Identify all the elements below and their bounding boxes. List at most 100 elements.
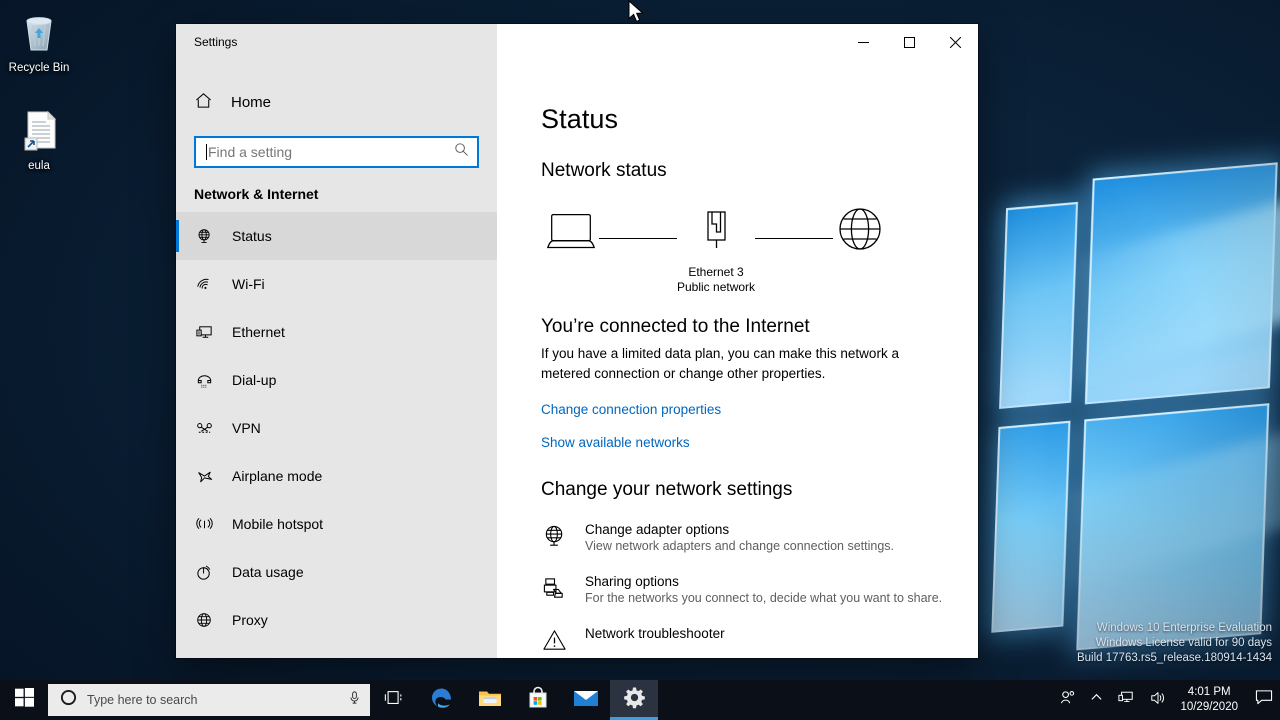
system-tray: 4:01 PM 10/29/2020 [1052, 680, 1280, 720]
clock-time: 4:01 PM [1187, 686, 1231, 698]
diagram-adapter: Ethernet 3 Public network [677, 208, 755, 295]
clock[interactable]: 4:01 PM 10/29/2020 [1174, 680, 1248, 720]
sidebar-item-label: VPN [232, 420, 261, 436]
cortana-circle-icon [60, 689, 77, 711]
link-show-available-networks[interactable]: Show available networks [541, 435, 690, 450]
action-center-button[interactable] [1248, 680, 1280, 720]
maximize-button[interactable] [886, 24, 932, 60]
clock-date: 10/29/2020 [1180, 701, 1238, 713]
wifi-icon [194, 274, 214, 294]
settings-gear-icon [623, 686, 646, 714]
windows-start-icon [14, 688, 34, 712]
volume-icon [1149, 690, 1167, 711]
file-explorer-icon [477, 687, 503, 714]
taskbar-app-mail[interactable] [562, 680, 610, 720]
globe-monitor-icon [194, 226, 214, 246]
document-shortcut-icon [15, 106, 63, 154]
link-change-connection-properties[interactable]: Change connection properties [541, 402, 721, 417]
sidebar-item-wifi[interactable]: Wi-Fi [176, 260, 497, 308]
diagram-link-left [599, 238, 677, 239]
pie-chart-icon [194, 562, 214, 582]
chevron-up-icon [1090, 691, 1103, 709]
network-type: Public network [677, 280, 756, 294]
home-label: Home [231, 93, 272, 111]
globe-icon [194, 610, 214, 630]
setting-sharing-options[interactable]: Sharing options For the networks you con… [541, 574, 978, 605]
settings-content: Status Network status Ethernet 3 Public … [497, 60, 978, 658]
sidebar-item-vpn[interactable]: VPN [176, 404, 497, 452]
laptop-icon [543, 208, 599, 261]
taskbar-search-input[interactable] [87, 693, 337, 707]
sidebar-item-home[interactable]: Home [176, 82, 497, 122]
task-view-button[interactable] [370, 680, 418, 720]
sidebar-item-label: Dial-up [232, 372, 277, 388]
evaluation-watermark: Windows 10 Enterprise Evaluation Windows… [1077, 621, 1272, 666]
setting-title: Network troubleshooter [585, 626, 725, 641]
recycle-bin-icon [15, 8, 63, 56]
sidebar-item-label: Airplane mode [232, 468, 323, 484]
taskbar-app-settings[interactable] [610, 680, 658, 720]
people-button[interactable] [1052, 680, 1083, 720]
edge-icon [429, 685, 455, 716]
setting-description: For the networks you connect to, decide … [585, 591, 943, 605]
taskbar-app-file-explorer[interactable] [466, 680, 514, 720]
airplane-icon [194, 466, 214, 486]
sidebar-item-label: Wi-Fi [232, 276, 265, 292]
minimize-button[interactable] [840, 24, 886, 60]
desktop-icon-eula[interactable]: eula [2, 106, 76, 173]
sidebar-item-label: Data usage [232, 564, 304, 580]
ethernet-icon [194, 322, 214, 342]
sidebar-item-proxy[interactable]: Proxy [176, 596, 497, 644]
window-title: Settings [176, 24, 497, 60]
action-center-icon [1255, 689, 1273, 711]
desktop-icon-label: eula [28, 160, 50, 172]
sidebar-nav-list: Status Wi-Fi Ethernet Dial-up VPN Airpla… [176, 212, 497, 658]
globe-icon [833, 208, 887, 261]
taskbar-search-box[interactable] [48, 684, 370, 716]
setting-title: Change adapter options [585, 522, 730, 537]
sidebar-item-status[interactable]: Status [176, 212, 497, 260]
adapter-name: Ethernet 3 [688, 265, 744, 279]
sidebar-item-mobile-hotspot[interactable]: Mobile hotspot [176, 500, 497, 548]
sidebar-item-airplane-mode[interactable]: Airplane mode [176, 452, 497, 500]
task-view-icon [384, 689, 404, 712]
sidebar-item-label: Status [232, 228, 272, 244]
window-titlebar[interactable]: Settings [176, 24, 978, 60]
volume-button[interactable] [1142, 680, 1174, 720]
close-button[interactable] [932, 24, 978, 60]
change-settings-heading: Change your network settings [541, 479, 793, 500]
search-input[interactable] [208, 144, 454, 160]
search-icon[interactable] [454, 142, 469, 162]
network-icon [1117, 690, 1135, 711]
setting-network-troubleshooter[interactable]: Network troubleshooter [541, 626, 978, 653]
watermark-line-2: Windows License valid for 90 days [1095, 637, 1272, 649]
start-button[interactable] [0, 680, 48, 720]
sidebar-item-data-usage[interactable]: Data usage [176, 548, 497, 596]
network-button[interactable] [1110, 680, 1142, 720]
connected-heading: You’re connected to the Internet [541, 316, 810, 337]
mail-icon [573, 688, 599, 713]
watermark-line-3: Build 17763.rs5_release.180914-1434 [1076, 652, 1272, 664]
network-status-heading: Network status [541, 160, 667, 181]
sidebar-item-label: Ethernet [232, 324, 285, 340]
show-hidden-icons-button[interactable] [1083, 680, 1110, 720]
globe-monitor-icon [541, 523, 567, 549]
settings-sidebar: Home Network & Internet [176, 60, 497, 658]
warning-triangle-icon [541, 627, 567, 653]
microsoft-store-icon [526, 686, 550, 715]
watermark-line-1: Windows 10 Enterprise Evaluation [1096, 622, 1272, 634]
taskbar-app-microsoft-store[interactable] [514, 680, 562, 720]
sidebar-item-ethernet[interactable]: Ethernet [176, 308, 497, 356]
search-box[interactable] [194, 136, 479, 168]
desktop-icon-recycle-bin[interactable]: Recycle Bin [2, 8, 76, 75]
setting-change-adapter-options[interactable]: Change adapter options View network adap… [541, 522, 978, 553]
sidebar-item-label: Proxy [232, 612, 268, 628]
taskbar-app-edge[interactable] [418, 680, 466, 720]
sidebar-item-dialup[interactable]: Dial-up [176, 356, 497, 404]
microphone-icon[interactable] [347, 690, 362, 710]
dialup-icon [194, 370, 214, 390]
sidebar-item-label: Mobile hotspot [232, 516, 324, 532]
diagram-internet [833, 208, 887, 261]
diagram-link-right [755, 238, 834, 239]
text-caret [206, 144, 207, 160]
